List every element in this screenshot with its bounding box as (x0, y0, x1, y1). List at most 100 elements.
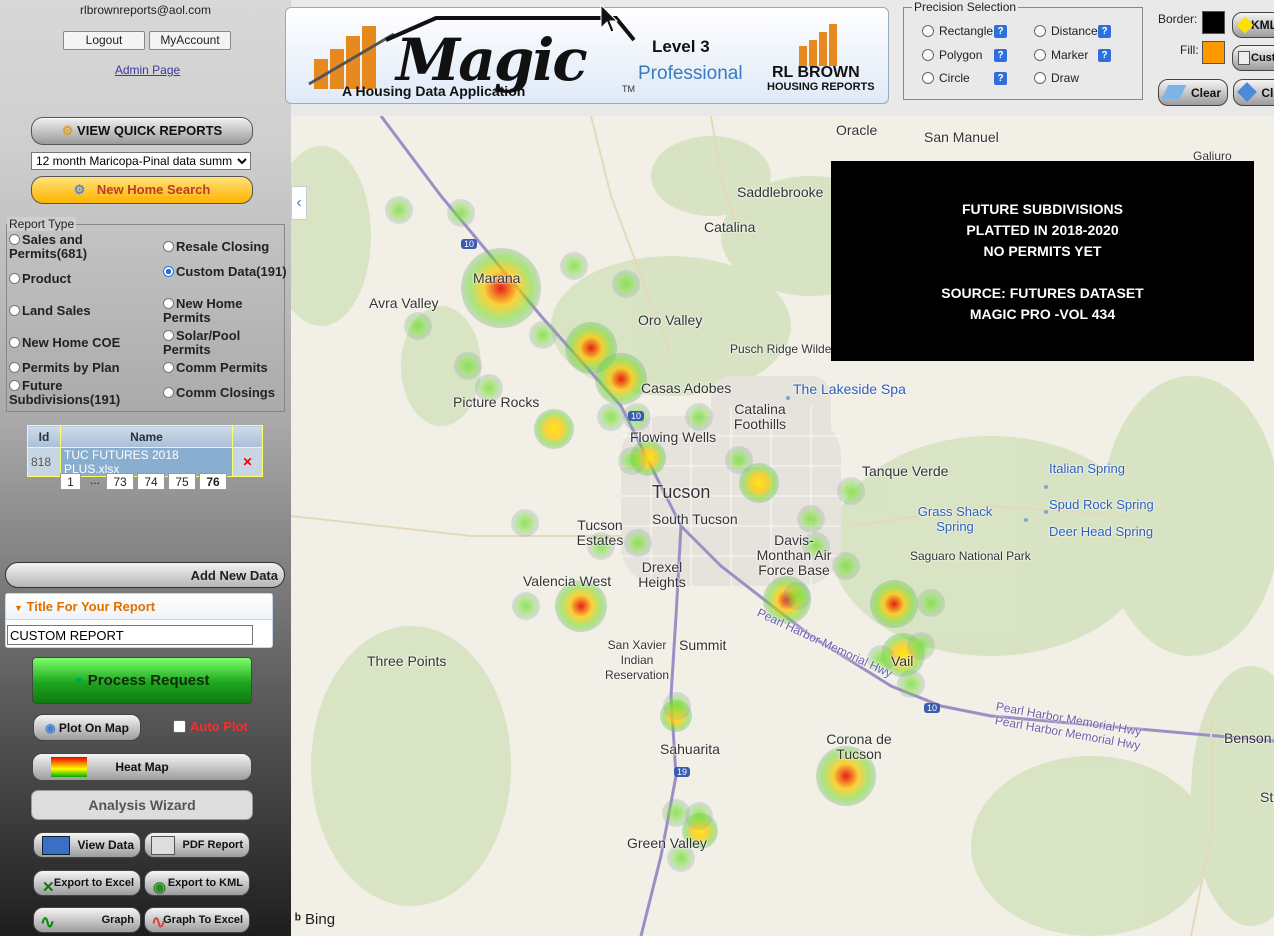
clear-all-label: Cle (1261, 86, 1274, 100)
report-type-label: Land Sales (22, 303, 91, 318)
bing-logo-icon: ᵇ (295, 911, 301, 928)
radio-button[interactable] (163, 298, 174, 309)
report-type-label: Solar/Pool Permits (163, 328, 241, 357)
precision-option[interactable]: Draw (1034, 71, 1079, 85)
add-new-data-button[interactable]: Add New Data (5, 562, 285, 588)
report-type-option[interactable]: New Home COE (9, 336, 134, 350)
report-type-option[interactable]: Custom Data(191) (163, 265, 288, 279)
report-type-legend: Report Type (7, 217, 77, 231)
report-type-option[interactable]: Sales and Permits(681) (9, 233, 134, 261)
export-excel-button[interactable]: ✕ Export to Excel (33, 870, 141, 896)
report-type-option[interactable]: Solar/Pool Permits (163, 329, 288, 357)
precision-option[interactable]: Distance (1034, 24, 1098, 38)
cell-id: 818 (27, 447, 61, 477)
report-type-option[interactable]: Comm Closings (163, 386, 288, 400)
precision-option[interactable]: Polygon (922, 48, 982, 62)
precision-option-label: Rectangle (939, 24, 994, 38)
map-place-label: Tanque Verde (862, 463, 949, 479)
report-type-option[interactable]: Land Sales (9, 304, 134, 318)
help-icon[interactable]: ? (994, 25, 1007, 38)
collapse-panel-chevron-icon[interactable]: ‹ (291, 186, 307, 220)
radio-button[interactable] (1034, 49, 1046, 61)
precision-option[interactable]: Rectangle (922, 24, 993, 38)
clear-label: Clear (1190, 86, 1221, 100)
report-type-label: Comm Closings (176, 385, 275, 400)
radio-button[interactable] (1034, 72, 1046, 84)
delete-row-icon[interactable]: ✕ (232, 447, 263, 477)
page-73[interactable]: 73 (106, 473, 134, 490)
admin-page-link[interactable]: Admin Page (0, 63, 295, 77)
graph-button[interactable]: ∿ Graph (33, 907, 141, 933)
heatmap-spot (612, 270, 640, 298)
process-request-button[interactable]: ● Process Request (32, 657, 252, 704)
border-color-swatch[interactable] (1202, 11, 1225, 34)
heatmap-spot (618, 447, 646, 475)
map-view[interactable]: Oracle San Manuel Galiuro Saddlebrooke Catal… (291, 116, 1274, 936)
map-place-label: Saguaro National Park (910, 549, 1031, 563)
kml-button[interactable]: KML (1232, 12, 1274, 38)
my-account-button[interactable]: MyAccount (149, 31, 231, 50)
help-icon[interactable]: ? (1098, 25, 1111, 38)
heatmap-spot (511, 509, 539, 537)
map-place-label: Oro Valley (638, 312, 703, 328)
view-quick-reports-button[interactable]: ⚙ VIEW QUICK REPORTS (31, 117, 253, 145)
radio-button[interactable] (163, 362, 174, 373)
report-type-option[interactable]: Resale Closing (163, 240, 288, 254)
radio-button[interactable] (9, 362, 20, 373)
table-header-row: Id Name (27, 425, 263, 448)
page-74[interactable]: 74 (137, 473, 165, 490)
page-1[interactable]: 1 (60, 473, 81, 490)
radio-button[interactable] (9, 380, 20, 391)
heatmap-spot (685, 403, 713, 431)
globe-icon: ◉ (45, 721, 56, 735)
page-76-current[interactable]: 76 (199, 473, 227, 490)
precision-option[interactable]: Marker (1034, 48, 1088, 62)
precision-option[interactable]: Circle (922, 71, 970, 85)
plot-on-map-button[interactable]: ◉ Plot On Map (33, 714, 141, 741)
graph-to-excel-button[interactable]: ∿ Graph To Excel (144, 907, 250, 933)
map-place-label: Oracle (836, 122, 878, 138)
pdf-icon (151, 836, 175, 855)
radio-button[interactable] (163, 241, 174, 252)
heat-map-button[interactable]: Heat Map (32, 753, 252, 781)
title-panel-header[interactable]: ▼ Title For Your Report (6, 594, 272, 620)
new-home-search-button[interactable]: ⚙ New Home Search (31, 176, 253, 204)
radio-button[interactable] (9, 273, 20, 284)
pdf-report-button[interactable]: PDF Report (144, 832, 250, 858)
report-type-label: New Home Permits (163, 296, 243, 325)
report-type-option[interactable]: Permits by Plan (9, 361, 134, 375)
table-icon (42, 836, 70, 855)
radio-button[interactable] (9, 337, 20, 348)
custom-button[interactable]: Custo (1232, 45, 1274, 71)
map-place-label: Davis-Monthan Air Force Base (756, 532, 832, 578)
report-type-option[interactable]: Product (9, 272, 134, 286)
radio-button[interactable] (9, 305, 20, 316)
report-type-option[interactable]: New Home Permits (163, 297, 288, 325)
help-icon[interactable]: ? (994, 49, 1007, 62)
export-kml-button[interactable]: ◉ Export to KML (144, 870, 250, 896)
report-type-label: Comm Permits (176, 360, 268, 375)
report-title-input[interactable] (7, 625, 253, 645)
radio-button[interactable] (1034, 25, 1046, 37)
report-type-option[interactable]: Future Subdivisions(191) (9, 379, 134, 407)
radio-button[interactable] (922, 49, 934, 61)
help-icon[interactable]: ? (994, 72, 1007, 85)
radio-button[interactable] (922, 25, 934, 37)
radio-button[interactable] (9, 234, 20, 245)
report-type-option[interactable]: Comm Permits (163, 361, 288, 375)
auto-plot-checkbox[interactable] (173, 720, 186, 733)
bing-attribution-label: Bing (305, 911, 336, 928)
analysis-wizard-button[interactable]: Analysis Wizard (31, 790, 253, 820)
radio-button[interactable] (163, 266, 174, 277)
view-data-button[interactable]: View Data (33, 832, 141, 858)
clear-all-button[interactable]: Cle (1233, 79, 1274, 106)
radio-button[interactable] (163, 387, 174, 398)
fill-color-swatch[interactable] (1202, 41, 1225, 64)
radio-button[interactable] (922, 72, 934, 84)
help-icon[interactable]: ? (1098, 49, 1111, 62)
clear-button[interactable]: Clear (1158, 79, 1228, 106)
quick-report-select[interactable]: 12 month Maricopa-Pinal data summ (31, 152, 251, 170)
radio-button[interactable] (163, 330, 174, 341)
logout-button[interactable]: Logout (63, 31, 145, 50)
page-75[interactable]: 75 (168, 473, 196, 490)
